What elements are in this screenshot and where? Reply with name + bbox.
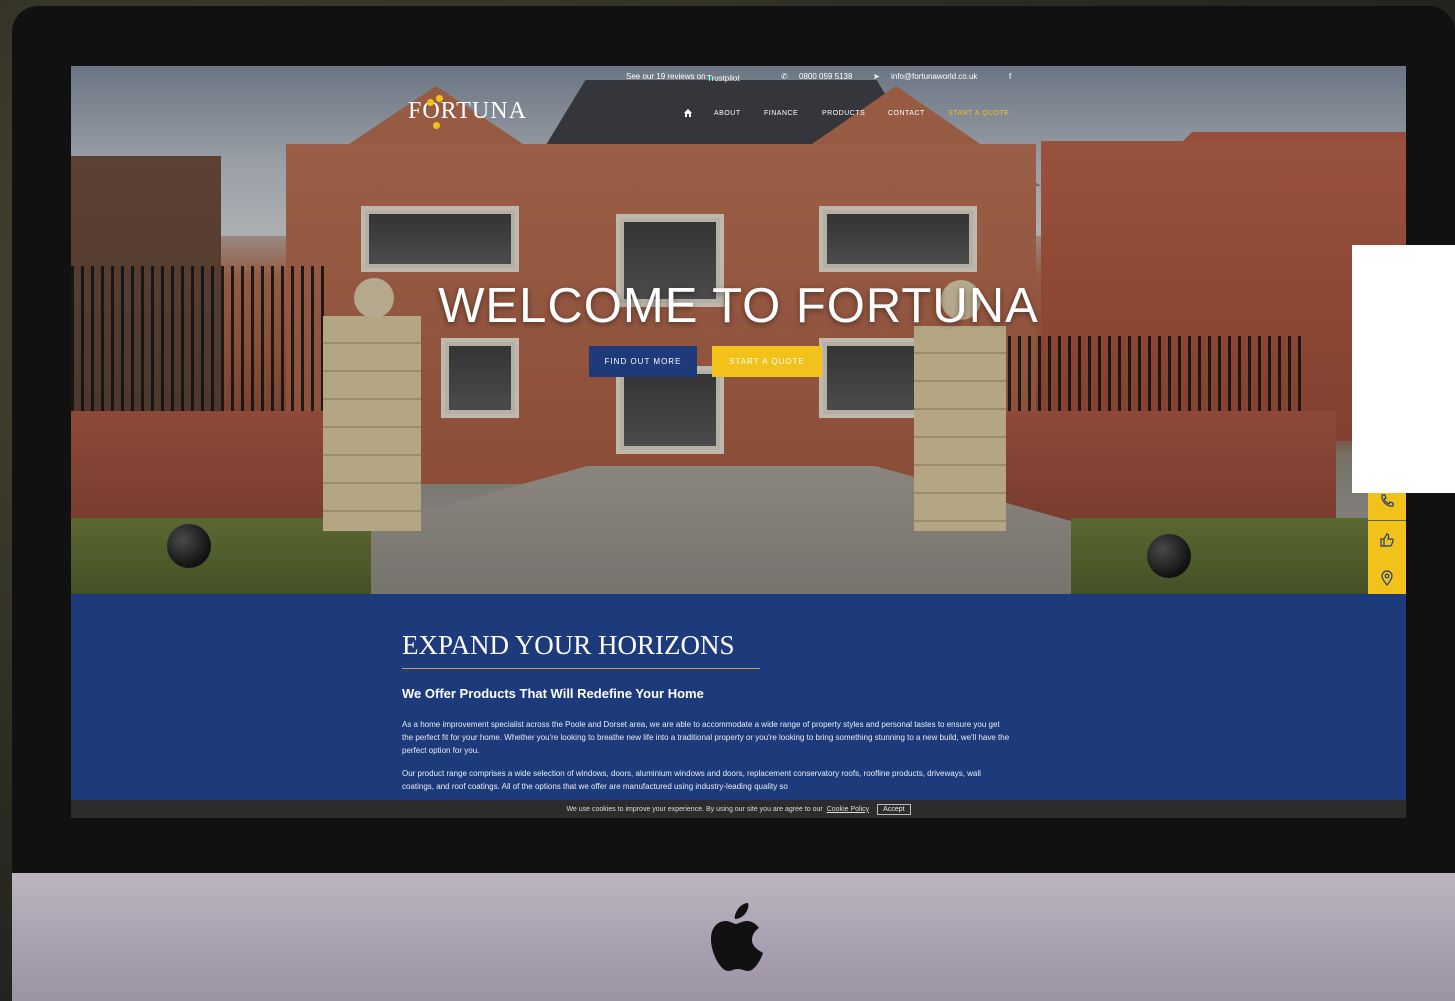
- section-subheading: We Offer Products That Will Redefine You…: [402, 686, 704, 701]
- phone-icon: ✆: [781, 72, 788, 81]
- hero-section: See our 19 reviews on ★ Trustpilot ✆ 080…: [71, 66, 1406, 594]
- home-icon[interactable]: [683, 108, 693, 118]
- phone-icon: [1381, 494, 1394, 507]
- thumbs-up-icon: [1380, 533, 1394, 547]
- nav-start-quote[interactable]: START A QUOTE: [948, 110, 1009, 117]
- intro-section: EXPAND YOUR HORIZONS We Offer Products T…: [71, 594, 1406, 818]
- nav-contact[interactable]: CONTACT: [888, 110, 925, 117]
- top-utility-bar: See our 19 reviews on ★ Trustpilot ✆ 080…: [71, 70, 1406, 86]
- white-overlay-panel: [1352, 245, 1455, 493]
- website-screen: See our 19 reviews on ★ Trustpilot ✆ 080…: [71, 66, 1406, 818]
- start-quote-button[interactable]: START A QUOTE: [712, 346, 822, 377]
- nav-about[interactable]: ABOUT: [714, 110, 741, 117]
- trustpilot-label[interactable]: Trustpilot: [707, 74, 740, 83]
- side-tab-location[interactable]: [1368, 559, 1406, 597]
- logo-dot: [436, 95, 443, 102]
- heading-divider: [402, 668, 760, 669]
- map-pin-icon: [1381, 570, 1393, 586]
- cookie-banner: We use cookies to improve your experienc…: [71, 800, 1406, 818]
- hero-title: WELCOME TO FORTUNA: [438, 279, 1039, 333]
- reviews-text[interactable]: See our 19 reviews on: [626, 72, 706, 81]
- logo-dot: [427, 99, 434, 106]
- section-heading: EXPAND YOUR HORIZONS: [402, 630, 735, 660]
- logo-text: FORTUNA: [408, 98, 527, 124]
- apple-logo-icon: [711, 903, 763, 971]
- find-out-more-button[interactable]: FIND OUT MORE: [589, 346, 697, 377]
- intro-paragraph: As a home improvement specialist across …: [402, 720, 1010, 755]
- site-logo[interactable]: FORTUNA: [408, 98, 527, 125]
- phone-link[interactable]: 0800 059 5138: [799, 72, 852, 81]
- cookie-policy-link[interactable]: Cookie Policy: [827, 806, 869, 813]
- cookie-accept-button[interactable]: Accept: [877, 803, 911, 815]
- products-paragraph: Our product range comprises a wide selec…: [402, 769, 981, 791]
- facebook-icon[interactable]: f: [1009, 72, 1011, 81]
- email-link[interactable]: info@fortunaworld.co.uk: [891, 72, 977, 81]
- side-tab-reviews[interactable]: [1368, 521, 1406, 559]
- send-icon: ➤: [873, 72, 880, 81]
- nav-products[interactable]: PRODUCTS: [822, 110, 865, 117]
- nav-finance[interactable]: FINANCE: [764, 110, 798, 117]
- logo-dot: [433, 122, 440, 129]
- cookie-text: We use cookies to improve your experienc…: [566, 805, 823, 813]
